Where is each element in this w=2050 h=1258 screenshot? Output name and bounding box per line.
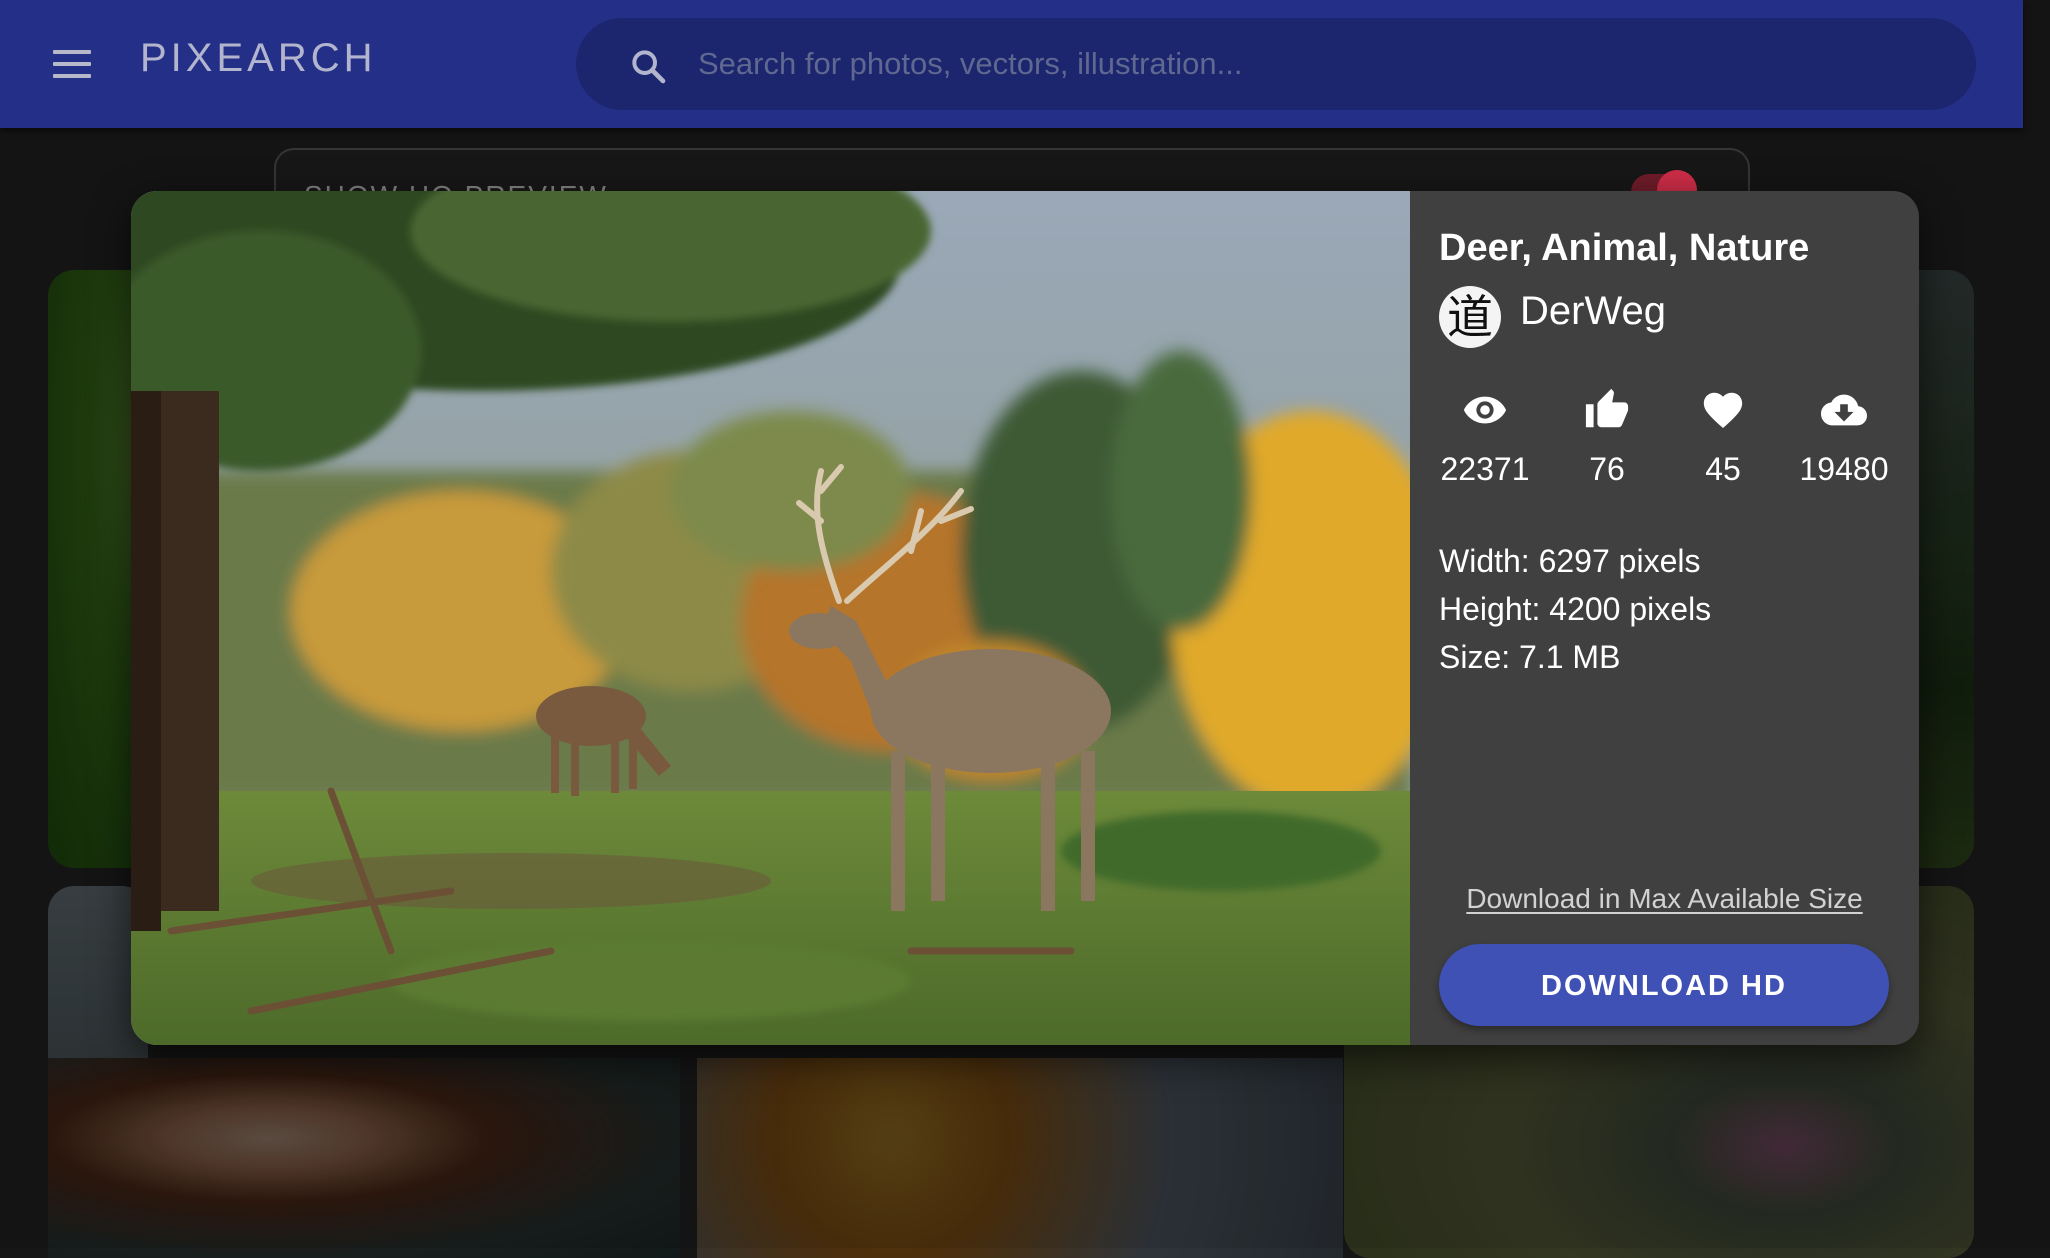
cloud-download-icon [1821, 394, 1867, 426]
image-info-panel: Deer, Animal, Nature 道 DerWeg 22371 76 4… [1410, 191, 1919, 1045]
heart-icon [1703, 392, 1743, 429]
favorites-count: 45 [1705, 451, 1741, 487]
image-title: Deer, Animal, Nature [1439, 227, 1810, 269]
eye-icon [1463, 396, 1507, 424]
download-max-size-link[interactable]: Download in Max Available Size [1410, 883, 1919, 915]
downloads-count: 19480 [1799, 451, 1889, 487]
image-size: Size: 7.1 MB [1439, 639, 1621, 675]
author-name[interactable]: DerWeg [1520, 289, 1666, 334]
stat-downloads: 19480 [1784, 387, 1904, 488]
deer-photo-image [131, 191, 1410, 1045]
author-avatar[interactable]: 道 [1439, 286, 1501, 348]
image-width: Width: 6297 pixels [1439, 543, 1701, 579]
deer-photo [131, 191, 1410, 1045]
image-detail-dialog: Deer, Animal, Nature 道 DerWeg 22371 76 4… [131, 191, 1919, 1045]
stat-views: 22371 [1425, 387, 1545, 488]
stat-likes: 76 [1547, 387, 1667, 488]
stat-favorites: 45 [1663, 387, 1783, 488]
thumbs-up-icon [1585, 388, 1629, 428]
download-hd-button[interactable]: DOWNLOAD HD [1439, 944, 1889, 1026]
views-count: 22371 [1440, 451, 1530, 487]
likes-count: 76 [1589, 451, 1625, 487]
image-height: Height: 4200 pixels [1439, 591, 1712, 627]
